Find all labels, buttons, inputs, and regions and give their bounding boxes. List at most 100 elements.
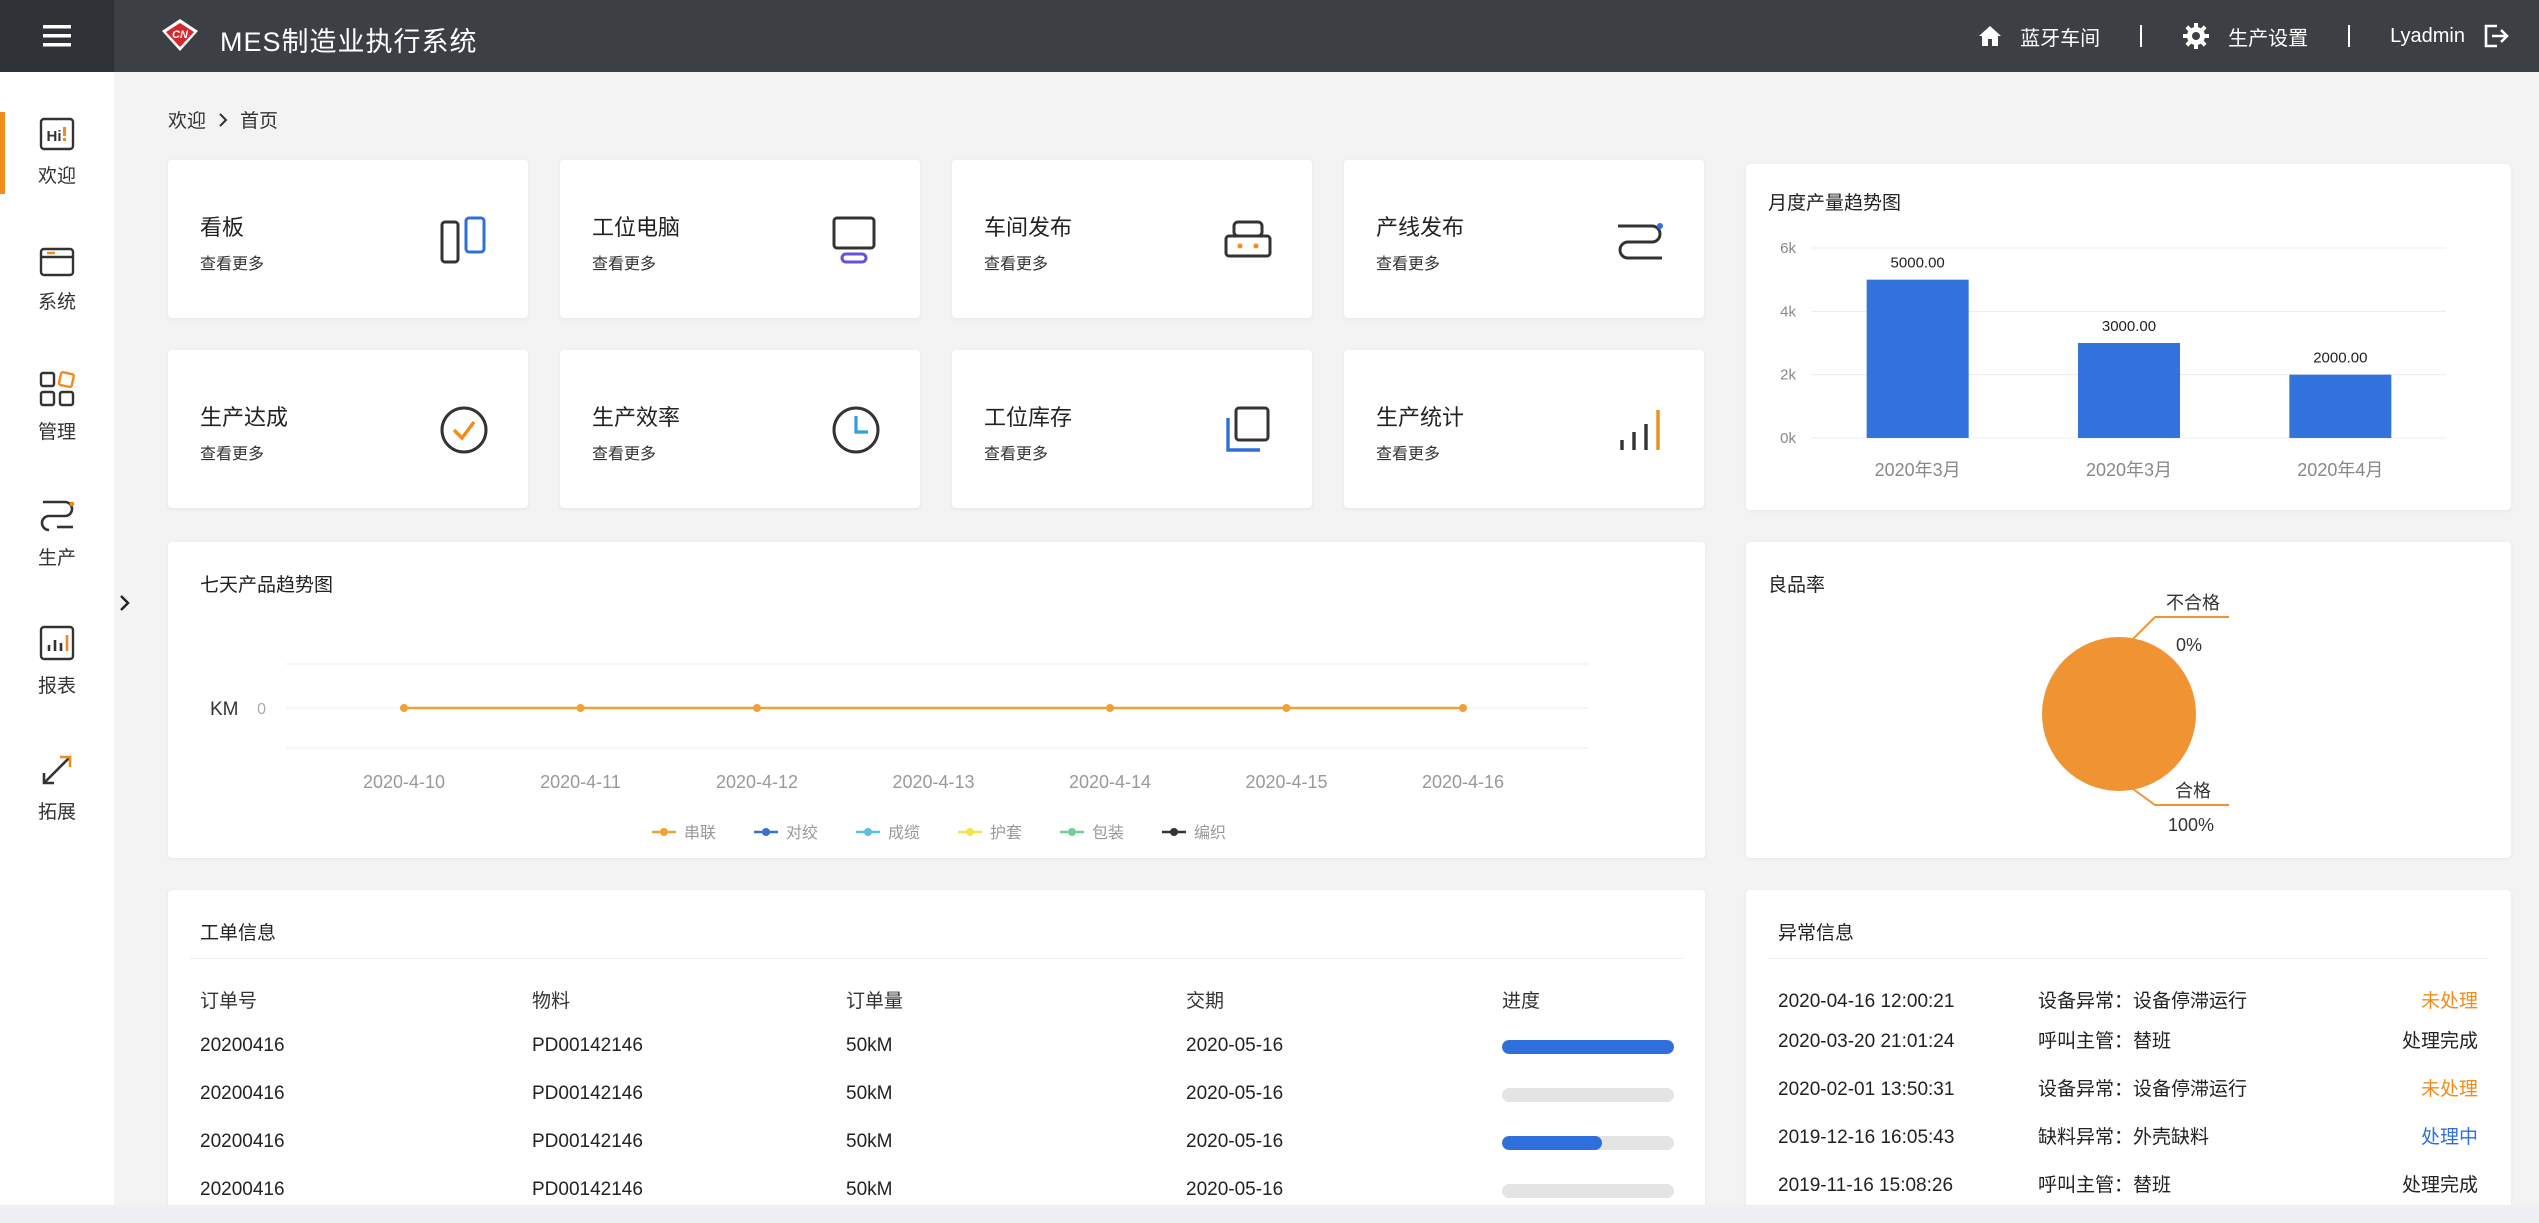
breadcrumb-home[interactable]: 欢迎 bbox=[168, 106, 206, 133]
svg-text:CN: CN bbox=[172, 29, 189, 41]
hamburger-icon bbox=[43, 25, 71, 47]
seven-day-trend-card: 七天产品趋势图 KM 0 2020-4-10 2020-4-11 2020-4-12 20… bbox=[168, 542, 1705, 858]
sidebar-item-production[interactable]: 生产 bbox=[0, 486, 114, 582]
tile-workstation-inventory[interactable]: 工位库存 查看更多 bbox=[952, 350, 1312, 508]
bar-value-label: 3000.00 bbox=[2102, 318, 2156, 335]
legend-label: 对绞 bbox=[786, 824, 818, 842]
tile-more-link[interactable]: 查看更多 bbox=[592, 440, 656, 464]
kanban-icon bbox=[440, 216, 486, 264]
x-tick-label: 2020-4-11 bbox=[540, 772, 621, 792]
legend-item: 对绞 bbox=[754, 824, 818, 842]
slice-name-label: 不合格 bbox=[2166, 593, 2220, 613]
y-tick-label: 6k bbox=[1780, 240, 1796, 257]
tile-production-efficiency[interactable]: 生产效率 查看更多 bbox=[560, 350, 920, 508]
header-material: 物料 bbox=[532, 991, 571, 1012]
time-cell: 2020-02-01 13:50:31 bbox=[1778, 1079, 1955, 1100]
x-tick-label: 2020年3月 bbox=[1875, 460, 1961, 480]
sidebar-collapse-toggle[interactable] bbox=[114, 588, 136, 618]
grid-icon bbox=[39, 370, 75, 406]
divider bbox=[190, 958, 1683, 959]
tile-workstation-pc[interactable]: 工位电脑 查看更多 bbox=[560, 160, 920, 318]
legend-label: 护套 bbox=[990, 824, 1022, 842]
time-cell: 2020-03-20 21:01:24 bbox=[1778, 1031, 1955, 1052]
production-settings-link[interactable]: 生产设置 bbox=[2182, 22, 2308, 51]
order-no-cell: 20200416 bbox=[200, 1083, 285, 1104]
sidebar-item-label: 拓展 bbox=[37, 801, 76, 823]
legend-marker bbox=[966, 828, 974, 836]
route-icon bbox=[1618, 223, 1663, 260]
tile-more-link[interactable]: 查看更多 bbox=[984, 440, 1048, 464]
tile-title: 生产效率 bbox=[592, 405, 681, 430]
tile-kanban[interactable]: 看板 查看更多 bbox=[168, 160, 528, 318]
tile-more-link[interactable]: 查看更多 bbox=[1376, 440, 1440, 464]
top-bar: CN MES制造业执行系统 蓝牙车间 生产设置 Lyadmin bbox=[0, 0, 2539, 72]
expand-icon bbox=[42, 755, 72, 784]
material-cell: PD00142146 bbox=[532, 1083, 643, 1104]
user-menu[interactable]: Lyadmin bbox=[2390, 24, 2509, 48]
legend-item: 成缆 bbox=[856, 824, 920, 842]
legend-label: 包装 bbox=[1092, 824, 1124, 842]
tile-title: 工位库存 bbox=[984, 405, 1073, 430]
x-tick-label: 2020-4-14 bbox=[1069, 772, 1151, 792]
chevron-right-icon bbox=[120, 595, 130, 611]
legend-marker bbox=[1170, 828, 1178, 836]
abnormal-info-card: 异常信息 2020-04-16 12:00:21 设备异常：设备停滞运行 未处理 20… bbox=[1746, 890, 2511, 1223]
panel-title: 工单信息 bbox=[200, 923, 277, 944]
tile-more-link[interactable]: 查看更多 bbox=[1376, 250, 1440, 274]
tile-more-link[interactable]: 查看更多 bbox=[200, 440, 264, 464]
data-point bbox=[1459, 704, 1467, 712]
progress-bar bbox=[1502, 1136, 1674, 1150]
sidebar-item-welcome[interactable]: Hi 欢迎 bbox=[0, 104, 114, 200]
tile-production-statistics[interactable]: 生产统计 查看更多 bbox=[1344, 350, 1704, 508]
work-order-card: 工单信息 订单号 物料 订单量 交期 进度 20200416 PD00142146… bbox=[168, 890, 1705, 1223]
description-cell: 设备异常：设备停滞运行 bbox=[2038, 1079, 2248, 1100]
x-tick-label: 2020-4-12 bbox=[716, 772, 798, 792]
list-item[interactable]: 2020-04-16 12:00:21 设备异常：设备停滞运行 未处理 bbox=[1778, 982, 2478, 1022]
description-cell: 缺料异常：外壳缺料 bbox=[2038, 1127, 2210, 1148]
top-right-nav: 蓝牙车间 生产设置 Lyadmin bbox=[1978, 0, 2509, 72]
progress-fill bbox=[1502, 1040, 1674, 1054]
sidebar: Hi 欢迎 系统 管理 生产 报表 拓展 bbox=[0, 72, 114, 1223]
window-icon bbox=[39, 247, 75, 276]
legend-item: 串联 bbox=[652, 824, 716, 842]
logout-icon[interactable] bbox=[2483, 24, 2509, 48]
list-item[interactable]: 2019-12-16 16:05:43 缺料异常：外壳缺料 处理中 bbox=[1778, 1118, 2478, 1166]
tile-line-publish[interactable]: 产线发布 查看更多 bbox=[1344, 160, 1704, 318]
status-badge: 未处理 bbox=[2420, 991, 2478, 1012]
x-tick-label: 2020-4-16 bbox=[1422, 772, 1504, 792]
clock-icon bbox=[832, 406, 880, 454]
tile-more-link[interactable]: 查看更多 bbox=[984, 250, 1048, 274]
workshop-link[interactable]: 蓝牙车间 bbox=[1978, 22, 2100, 51]
sidebar-item-management[interactable]: 管理 bbox=[0, 359, 114, 455]
x-tick-label: 2020-4-10 bbox=[363, 772, 445, 792]
tile-more-link[interactable]: 查看更多 bbox=[592, 250, 656, 274]
due-date-cell: 2020-05-16 bbox=[1186, 1035, 1284, 1056]
table-row[interactable]: 20200416 PD00142146 50kM 2020-05-16 bbox=[200, 1022, 1708, 1070]
list-item[interactable]: 2020-03-20 21:01:24 呼叫主管：替班 处理完成 bbox=[1778, 1022, 2478, 1070]
table-row[interactable]: 20200416 PD00142146 50kM 2020-05-16 bbox=[200, 1118, 1708, 1166]
legend-marker bbox=[864, 828, 872, 836]
legend-marker bbox=[660, 828, 668, 836]
list-item[interactable]: 2020-02-01 13:50:31 设备异常：设备停滞运行 未处理 bbox=[1778, 1070, 2478, 1118]
data-point bbox=[753, 704, 761, 712]
tile-title: 车间发布 bbox=[984, 215, 1073, 240]
chevron-right-icon bbox=[219, 112, 228, 127]
menu-toggle-button[interactable] bbox=[0, 0, 114, 72]
sidebar-item-reports[interactable]: 报表 bbox=[0, 613, 114, 709]
slice-value-label: 0% bbox=[2176, 635, 2202, 655]
y-tick-label: 0 bbox=[257, 701, 266, 718]
tile-production-achievement[interactable]: 生产达成 查看更多 bbox=[168, 350, 528, 508]
gear-icon bbox=[2183, 23, 2210, 49]
status-badge: 处理完成 bbox=[2401, 1031, 2478, 1052]
table-row[interactable]: 20200416 PD00142146 50kM 2020-05-16 bbox=[200, 1070, 1708, 1118]
sidebar-item-label: 生产 bbox=[37, 547, 76, 569]
horizontal-scrollbar[interactable] bbox=[0, 1205, 2539, 1223]
sidebar-item-system[interactable]: 系统 bbox=[0, 232, 114, 328]
description-cell: 设备异常：设备停滞运行 bbox=[2038, 991, 2248, 1012]
legend-marker bbox=[1068, 828, 1076, 836]
tile-more-link[interactable]: 查看更多 bbox=[200, 250, 264, 274]
tile-workshop-publish[interactable]: 车间发布 查看更多 bbox=[952, 160, 1312, 318]
sidebar-item-expand[interactable]: 拓展 bbox=[0, 740, 114, 836]
description-cell: 呼叫主管：替班 bbox=[2038, 1031, 2172, 1052]
bar bbox=[2078, 343, 2180, 438]
